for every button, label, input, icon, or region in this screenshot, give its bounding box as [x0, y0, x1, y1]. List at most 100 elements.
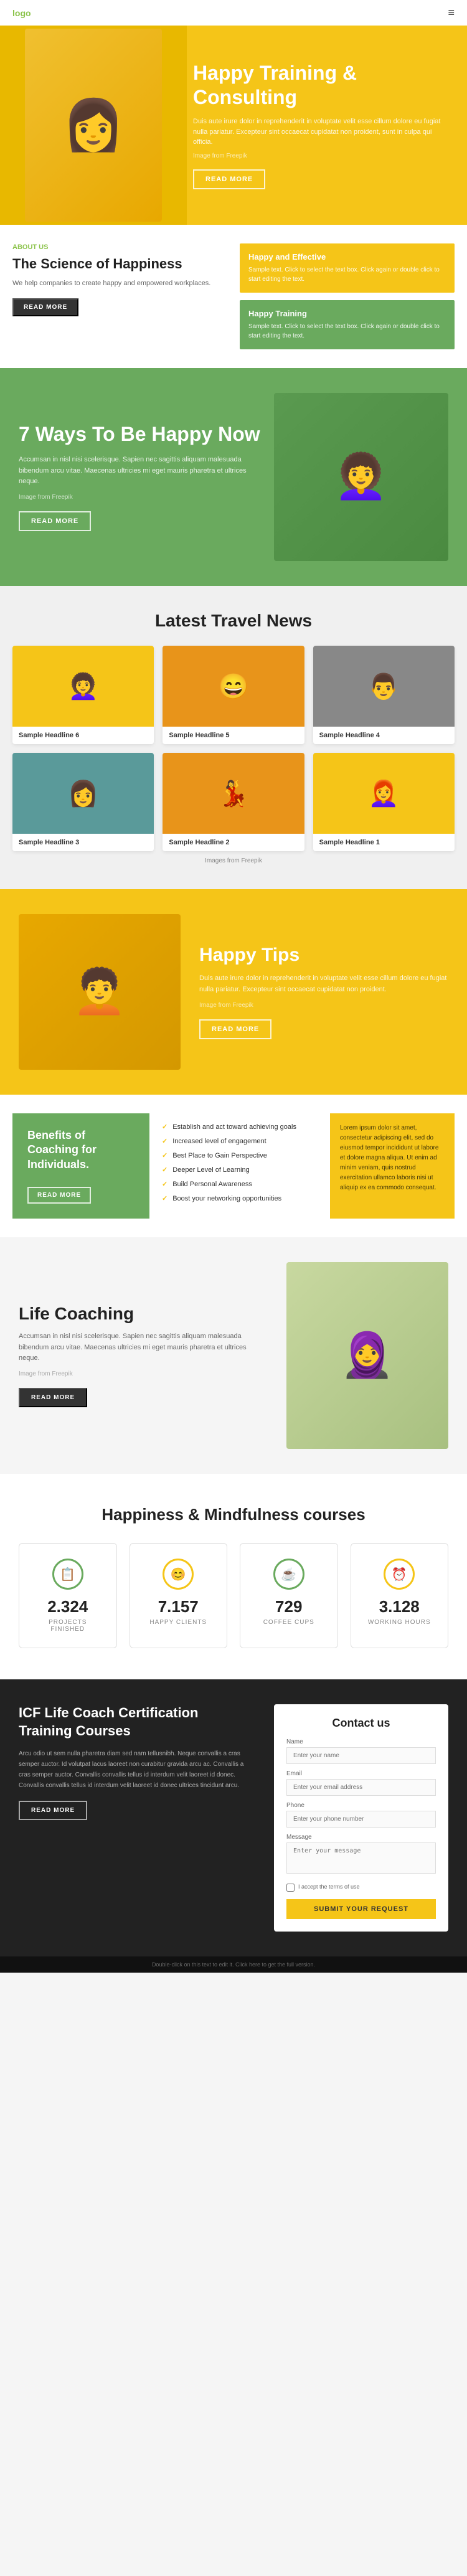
hero-content: Happy Training & Consulting Duis aute ir…: [174, 36, 467, 214]
message-label: Message: [286, 1834, 436, 1841]
stat-icon-3: ☕: [273, 1559, 304, 1590]
hero-title: Happy Training & Consulting: [193, 61, 448, 109]
about-body: We help companies to create happy and em…: [12, 278, 227, 290]
news-card-3[interactable]: 👨 Sample Headline 4: [313, 646, 455, 744]
tips-body: Duis aute irure dolor in reprehenderit i…: [199, 973, 448, 995]
hero-person: 👩: [25, 29, 162, 222]
stat-card-3: ☕ 729 COFFEE CUPS: [240, 1543, 338, 1648]
stat-label-3: COFFEE CUPS: [253, 1619, 325, 1626]
about-card-2: Happy Training Sample text. Click to sel…: [240, 300, 455, 349]
menu-icon[interactable]: ≡: [448, 6, 455, 19]
coaching-read-more-button[interactable]: READ MORE: [19, 1388, 87, 1407]
coaching-body: Accumsan in nisl nisi scelerisque. Sapie…: [19, 1331, 268, 1364]
stat-card-1: 📋 2.324 PROJECTS FINISHED: [19, 1543, 117, 1648]
bottom-section: ICF Life Coach Certification Training Co…: [0, 1679, 467, 1956]
about-card-1: Happy and Effective Sample text. Click t…: [240, 243, 455, 293]
tips-content: Happy Tips Duis aute irure dolor in repr…: [199, 945, 448, 1039]
stat-number-3: 729: [253, 1597, 325, 1616]
benefit-item-4: Deeper Level of Learning: [162, 1163, 318, 1177]
terms-label: I accept the terms of use: [298, 1883, 360, 1891]
news-card-6-label: Sample Headline 1: [313, 834, 455, 851]
news-card-4-image: 👩: [12, 753, 154, 834]
name-input[interactable]: [286, 1747, 436, 1764]
message-field-group: Message: [286, 1834, 436, 1877]
stat-icon-2: 😊: [163, 1559, 194, 1590]
stat-label-1: PROJECTS FINISHED: [32, 1619, 104, 1633]
footer: Double-click on this text to edit it. Cl…: [0, 1956, 467, 1973]
benefits-right-text: Lorem ipsum dolor sit amet, consectetur …: [340, 1123, 445, 1193]
news-card-1-image: 👩‍🦱: [12, 646, 154, 727]
benefits-title: Benefits of Coaching for Individuals.: [27, 1128, 134, 1172]
coaching-image: 🧕: [286, 1262, 448, 1449]
benefits-list: Establish and act toward achieving goals…: [162, 1113, 318, 1219]
news-images-from: Images from Freepik: [12, 857, 455, 864]
stat-icon-4: ⏰: [384, 1559, 415, 1590]
contact-section: Contact us Name Email Phone Message I ac…: [274, 1704, 448, 1932]
stats-section: Happiness & Mindfulness courses 📋 2.324 …: [0, 1474, 467, 1679]
stat-icon-4-emoji: ⏰: [392, 1567, 407, 1582]
benefits-section: Benefits of Coaching for Individuals. RE…: [0, 1095, 467, 1237]
stat-card-4: ⏰ 3.128 WORKING HOURS: [351, 1543, 449, 1648]
coaching-img-from: Image from Freepik: [19, 1369, 268, 1379]
message-input[interactable]: [286, 1842, 436, 1874]
bottom-left: ICF Life Coach Certification Training Co…: [19, 1704, 255, 1932]
news-grid: 👩‍🦱 Sample Headline 6 😄 Sample Headline …: [12, 646, 455, 851]
stat-icon-1-emoji: 📋: [60, 1567, 75, 1582]
news-card-6-image: 👩‍🦰: [313, 753, 455, 834]
news-card-1[interactable]: 👩‍🦱 Sample Headline 6: [12, 646, 154, 744]
tips-person-emoji: 🧑‍🦱: [72, 966, 126, 1017]
benefit-item-1: Establish and act toward achieving goals: [162, 1120, 318, 1134]
benefit-item-3: Best Place to Gain Perspective: [162, 1148, 318, 1163]
news-card-5[interactable]: 💃 Sample Headline 2: [163, 753, 304, 851]
news-card-1-label: Sample Headline 6: [12, 727, 154, 744]
about-card-1-title: Happy and Effective: [248, 252, 446, 262]
about-left: ABOUT US The Science of Happiness We hel…: [12, 243, 227, 316]
email-field-group: Email: [286, 1770, 436, 1796]
submit-button[interactable]: SUBMIT YOUR REQUEST: [286, 1899, 436, 1919]
news-card-2[interactable]: 😄 Sample Headline 5: [163, 646, 304, 744]
logo: logo: [12, 8, 31, 18]
ways-content: 7 Ways To Be Happy Now Accumsan in nisl …: [19, 423, 262, 531]
stat-icon-2-emoji: 😊: [171, 1567, 186, 1582]
email-input[interactable]: [286, 1779, 436, 1796]
hero-read-more-button[interactable]: READ MORE: [193, 169, 265, 189]
coaching-section: Life Coaching Accumsan in nisl nisi scel…: [0, 1237, 467, 1474]
ways-read-more-button[interactable]: READ MORE: [19, 511, 91, 531]
stat-icon-1: 📋: [52, 1559, 83, 1590]
ways-person-emoji: 👩‍🦱: [334, 451, 388, 502]
hero-body: Duis aute irure dolor in reprehenderit i…: [193, 116, 448, 148]
news-card-4[interactable]: 👩 Sample Headline 3: [12, 753, 154, 851]
terms-checkbox-group: I accept the terms of use: [286, 1883, 436, 1892]
hero-img-from: Image from Freepik: [193, 151, 448, 161]
about-card-2-title: Happy Training: [248, 309, 446, 318]
bottom-read-more-button[interactable]: READ MORE: [19, 1801, 87, 1820]
ways-section: 7 Ways To Be Happy Now Accumsan in nisl …: [0, 368, 467, 586]
tips-title: Happy Tips: [199, 945, 448, 966]
news-card-3-label: Sample Headline 4: [313, 727, 455, 744]
news-card-5-label: Sample Headline 2: [163, 834, 304, 851]
stats-grid: 📋 2.324 PROJECTS FINISHED 😊 7.157 HAPPY …: [19, 1543, 448, 1648]
tips-read-more-button[interactable]: READ MORE: [199, 1019, 271, 1039]
name-label: Name: [286, 1739, 436, 1745]
hero-image: 👩: [0, 26, 187, 225]
bottom-body: Arcu odio ut sem nulla pharetra diam sed…: [19, 1748, 255, 1791]
news-card-6[interactable]: 👩‍🦰 Sample Headline 1: [313, 753, 455, 851]
benefits-read-more-button[interactable]: READ MORE: [27, 1187, 91, 1204]
stat-icon-3-emoji: ☕: [281, 1567, 296, 1582]
benefit-item-2: Increased level of engagement: [162, 1134, 318, 1148]
news-section: Latest Travel News 👩‍🦱 Sample Headline 6…: [0, 586, 467, 889]
name-field-group: Name: [286, 1739, 436, 1764]
benefits-left: Benefits of Coaching for Individuals. RE…: [12, 1113, 149, 1219]
coaching-person-emoji: 🧕: [340, 1330, 394, 1381]
terms-checkbox[interactable]: [286, 1884, 295, 1892]
about-read-more-button[interactable]: READ MORE: [12, 298, 78, 316]
news-card-2-image: 😄: [163, 646, 304, 727]
bottom-title: ICF Life Coach Certification Training Co…: [19, 1704, 255, 1740]
benefit-item-6: Boost your networking opportunities: [162, 1191, 318, 1205]
about-title: The Science of Happiness: [12, 256, 227, 272]
stat-card-2: 😊 7.157 HAPPY CLIENTS: [130, 1543, 228, 1648]
benefit-item-5: Build Personal Awareness: [162, 1177, 318, 1191]
phone-input[interactable]: [286, 1811, 436, 1828]
news-title: Latest Travel News: [12, 611, 455, 631]
tips-img-from: Image from Freepik: [199, 1001, 448, 1011]
